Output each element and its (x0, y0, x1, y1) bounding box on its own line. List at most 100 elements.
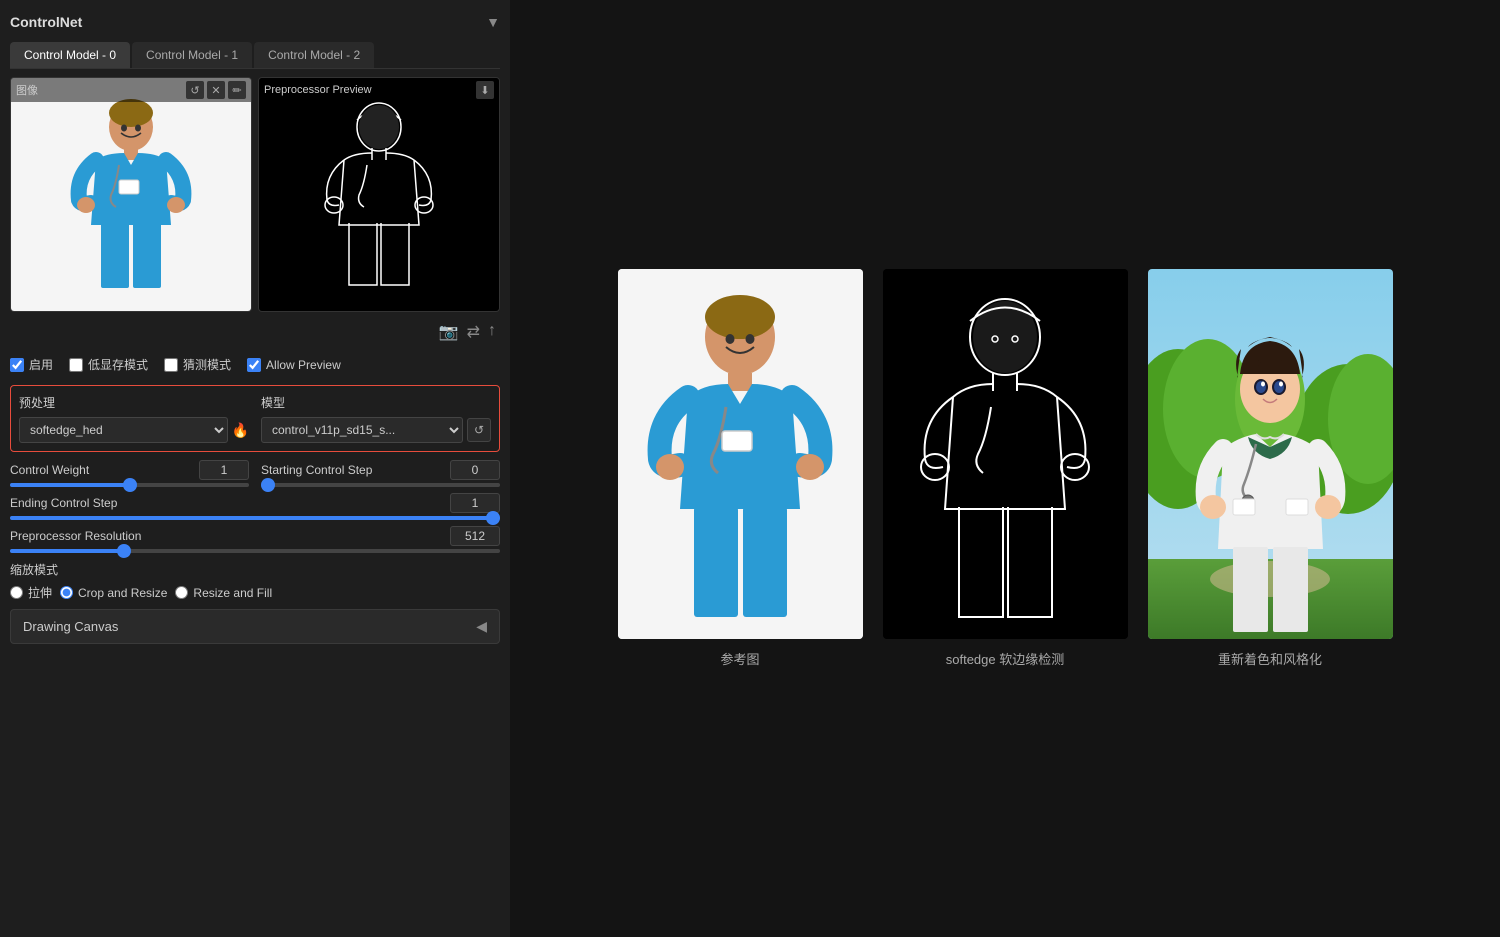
preproc-col: 预处理 (19, 394, 249, 411)
model-label: 模型 (261, 394, 491, 411)
image-row: 图像 ↺ ✕ ✏ (10, 77, 500, 312)
scale-section: 缩放模式 拉伸 Crop and Resize Resize and Fill (10, 561, 500, 601)
source-image-controls: ↺ ✕ ✏ (186, 81, 246, 99)
ending-step-value: 1 (450, 493, 500, 513)
preproc-res-row: Preprocessor Resolution 512 (10, 526, 500, 553)
ending-step-slider[interactable] (10, 516, 500, 520)
scale-crop-label: Crop and Resize (78, 586, 167, 600)
preview-image-content (259, 78, 499, 311)
result-image-1 (618, 269, 863, 639)
swap-icon[interactable]: ⇄ (467, 322, 480, 342)
ending-step-header: Ending Control Step 1 (10, 493, 500, 513)
tab-bar: Control Model - 0 Control Model - 1 Cont… (10, 42, 500, 69)
starting-step-value: 0 (450, 460, 500, 480)
upload-icon[interactable]: ↑ (488, 322, 496, 342)
scale-stretch-option: 拉伸 (10, 584, 52, 601)
control-weight-value: 1 (199, 460, 249, 480)
slider-section: Control Weight 1 Starting Control Step 0… (10, 460, 500, 553)
scale-crop-option: Crop and Resize (60, 584, 167, 601)
scale-fill-label: Resize and Fill (193, 586, 272, 600)
guess-label: 猜测模式 (183, 356, 231, 373)
panel-header: ControlNet ▼ (10, 10, 500, 34)
preproc-select-row: softedge_hed 🔥 (19, 417, 249, 443)
source-image-box: 图像 ↺ ✕ ✏ (10, 77, 252, 312)
preproc-section: 预处理 模型 softedge_hed 🔥 control_v11p_sd15_… (10, 385, 500, 452)
model-select[interactable]: control_v11p_sd15_s... (261, 417, 463, 443)
result-col-2: softedge 软边缘检测 (883, 269, 1128, 668)
tab-control-model-1[interactable]: Control Model - 1 (132, 42, 252, 68)
preproc-res-label: Preprocessor Resolution (10, 529, 141, 543)
result-caption-3: 重新着色和风格化 (1218, 649, 1322, 668)
scale-stretch-radio[interactable] (10, 586, 23, 599)
source-refresh-btn[interactable]: ↺ (186, 81, 204, 99)
model-col: 模型 (261, 394, 491, 411)
lowmem-checkbox[interactable] (69, 358, 83, 372)
preproc-select-col: softedge_hed 🔥 (19, 417, 249, 443)
scale-fill-option: Resize and Fill (175, 584, 272, 601)
preproc-res-header: Preprocessor Resolution 512 (10, 526, 500, 546)
camera-icon[interactable]: 📷 (439, 322, 459, 342)
preproc-label: 预处理 (19, 394, 249, 411)
preview-image-controls: ⬇ (476, 81, 494, 99)
control-weight-label: Control Weight (10, 463, 89, 477)
scale-fill-radio[interactable] (175, 586, 188, 599)
enable-label: 启用 (29, 356, 53, 373)
preview-image-header: Preprocessor Preview ⬇ (259, 78, 499, 102)
starting-step-label: Starting Control Step (261, 463, 372, 477)
model-select-col: control_v11p_sd15_s... ↺ (261, 417, 491, 443)
preview-download-btn[interactable]: ⬇ (476, 81, 494, 99)
starting-step-slider[interactable] (261, 483, 500, 487)
result-caption-1: 参考图 (720, 649, 759, 668)
result-caption-2: softedge 软边缘检测 (946, 649, 1065, 668)
two-col-sliders: Control Weight 1 Starting Control Step 0 (10, 460, 500, 487)
scale-stretch-label: 拉伸 (28, 584, 52, 601)
starting-step-row: Starting Control Step 0 (261, 460, 500, 487)
toolbar-row: 📷 ⇄ ↑ (10, 320, 500, 344)
result-col-3: 重新着色和风格化 (1148, 269, 1393, 668)
result-image-3 (1148, 269, 1393, 639)
source-close-btn[interactable]: ✕ (207, 81, 225, 99)
result-col-1: 参考图 (618, 269, 863, 668)
fire-icon: 🔥 (232, 422, 249, 439)
preproc-res-value: 512 (450, 526, 500, 546)
preview-image-box: Preprocessor Preview ⬇ (258, 77, 500, 312)
enable-checkbox[interactable] (10, 358, 24, 372)
drawing-canvas-arrow: ◀ (476, 618, 487, 635)
preview-checkbox[interactable] (247, 358, 261, 372)
checkbox-row: 启用 低显存模式 猜测模式 Allow Preview (10, 352, 500, 377)
result-image-2 (883, 269, 1128, 639)
source-image-header: 图像 ↺ ✕ ✏ (11, 78, 251, 102)
lowmem-label: 低显存模式 (88, 356, 148, 373)
tab-control-model-2[interactable]: Control Model - 2 (254, 42, 374, 68)
control-weight-slider[interactable] (10, 483, 249, 487)
preview-image-label: Preprocessor Preview (264, 84, 372, 96)
source-edit-btn[interactable]: ✏ (228, 81, 246, 99)
ending-step-row: Ending Control Step 1 (10, 493, 500, 520)
drawing-canvas-bar[interactable]: Drawing Canvas ◀ (10, 609, 500, 644)
control-weight-row: Control Weight 1 (10, 460, 249, 487)
guess-checkbox[interactable] (164, 358, 178, 372)
preproc-controls-row: softedge_hed 🔥 control_v11p_sd15_s... ↺ (19, 417, 491, 443)
result-images: 参考图 (618, 269, 1393, 668)
scale-label: 缩放模式 (10, 561, 500, 578)
enable-checkbox-item: 启用 (10, 356, 53, 373)
ending-step-label: Ending Control Step (10, 496, 117, 510)
panel-collapse-icon[interactable]: ▼ (486, 14, 500, 30)
preproc-select[interactable]: softedge_hed (19, 417, 228, 443)
scale-crop-radio[interactable] (60, 586, 73, 599)
source-image-content (11, 78, 251, 311)
lowmem-checkbox-item: 低显存模式 (69, 356, 148, 373)
scale-options: 拉伸 Crop and Resize Resize and Fill (10, 584, 500, 601)
panel-title: ControlNet (10, 14, 82, 30)
guess-checkbox-item: 猜测模式 (164, 356, 231, 373)
preproc-labels-row: 预处理 模型 (19, 394, 491, 411)
starting-step-header: Starting Control Step 0 (261, 460, 500, 480)
source-image-label: 图像 (16, 82, 38, 98)
left-panel: ControlNet ▼ Control Model - 0 Control M… (0, 0, 510, 937)
model-select-row: control_v11p_sd15_s... ↺ (261, 417, 491, 443)
tab-control-model-0[interactable]: Control Model - 0 (10, 42, 130, 68)
preview-checkbox-item: Allow Preview (247, 358, 341, 372)
preproc-res-slider[interactable] (10, 549, 500, 553)
model-refresh-btn[interactable]: ↺ (467, 418, 491, 442)
control-weight-header: Control Weight 1 (10, 460, 249, 480)
